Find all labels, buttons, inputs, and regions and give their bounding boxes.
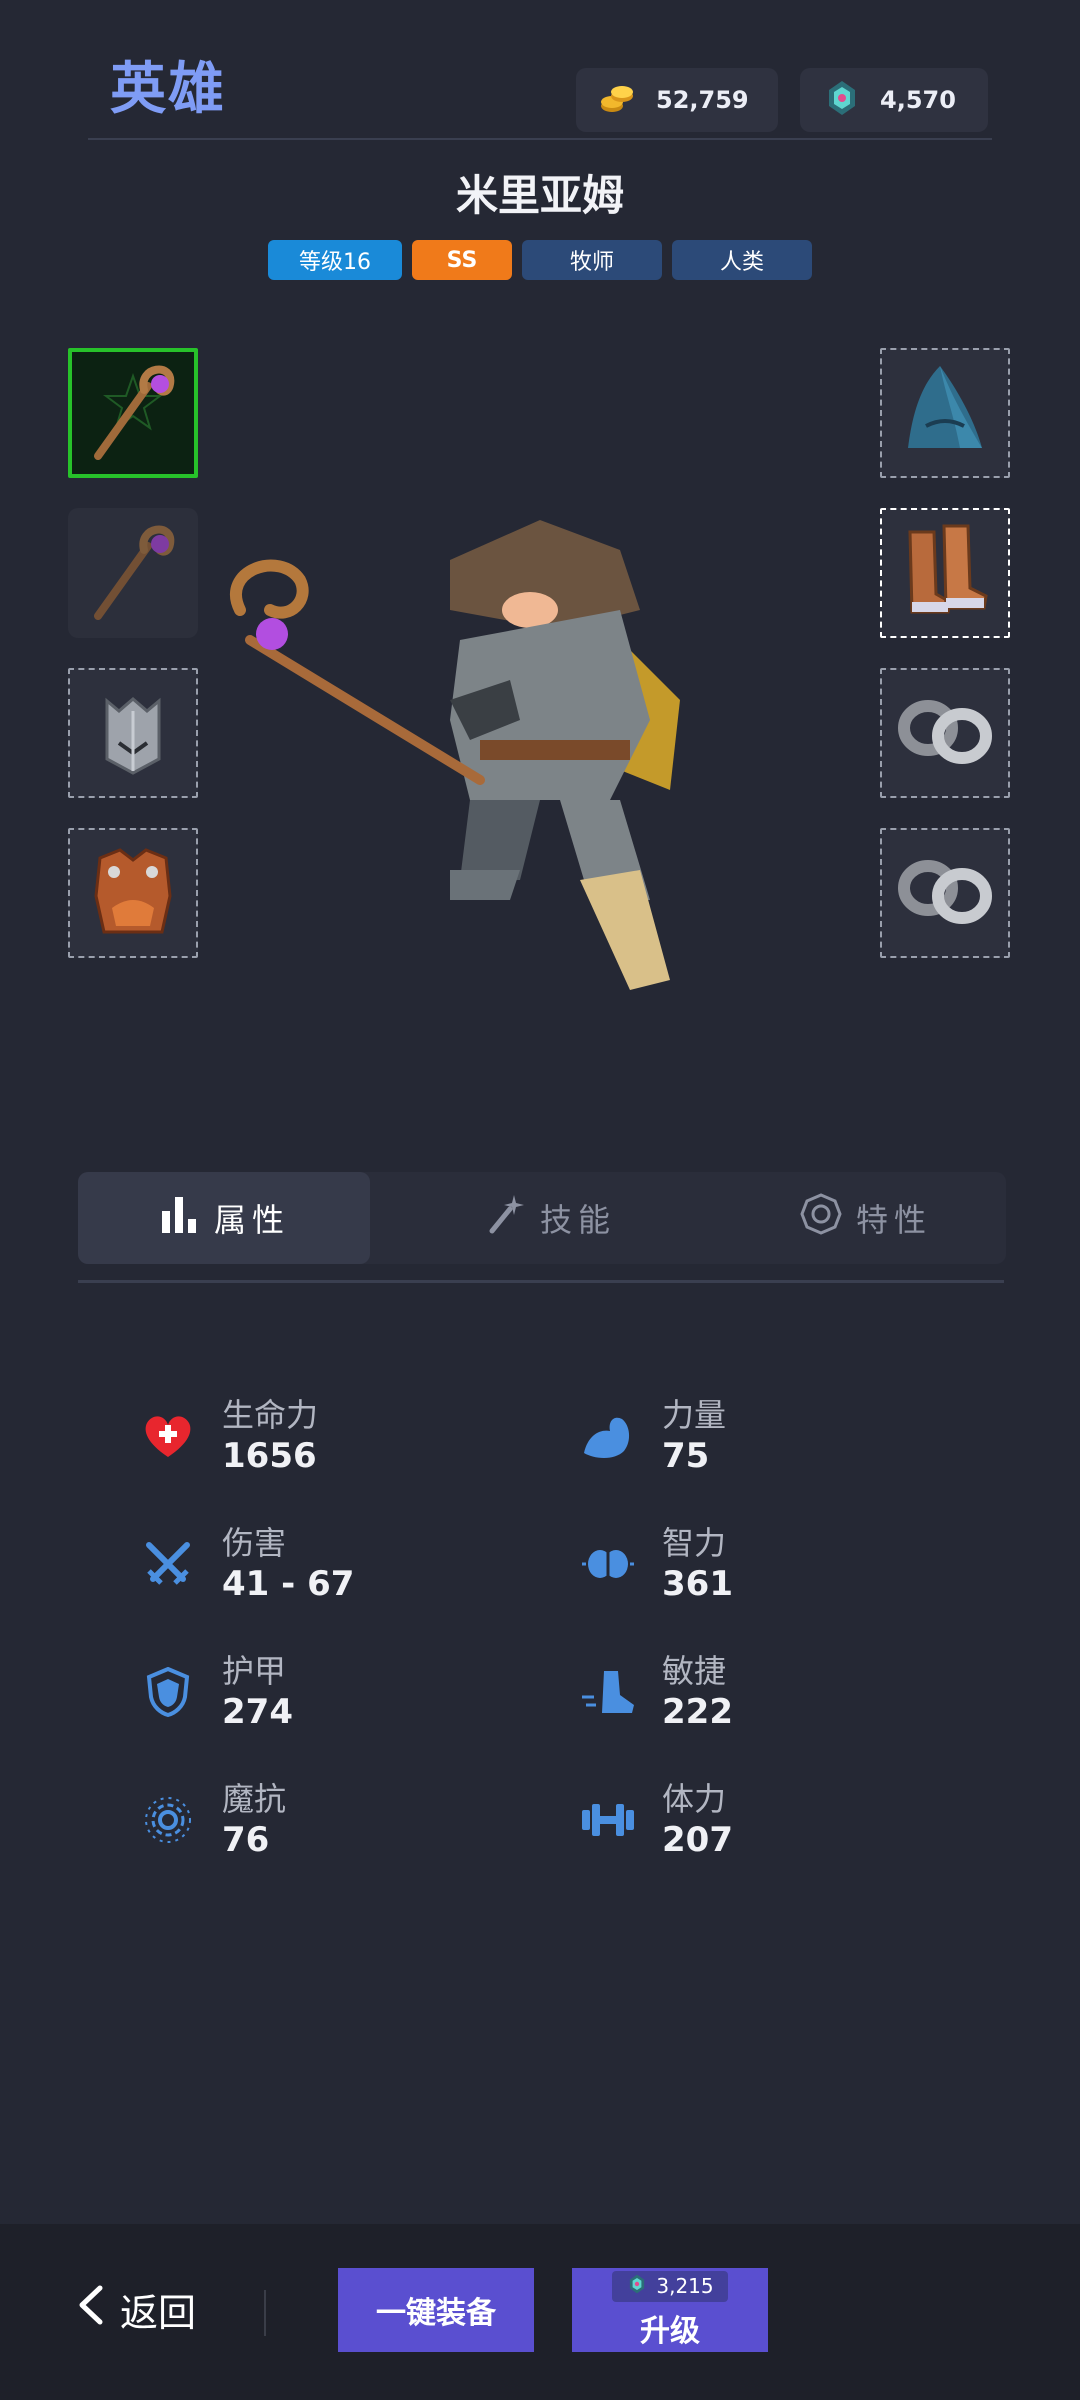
stat-strength-label: 力量 xyxy=(662,1396,727,1434)
class-tag: 牧师 xyxy=(522,240,662,280)
gem-counter[interactable]: 4,570 xyxy=(800,68,988,132)
brain-icon xyxy=(580,1536,636,1592)
footer-separator xyxy=(264,2290,266,2336)
equip-slot-armor[interactable] xyxy=(68,828,198,958)
back-button[interactable]: 返回 xyxy=(76,2282,196,2337)
helmet-icon xyxy=(83,681,183,785)
magic-resist-icon xyxy=(140,1792,196,1848)
stat-stamina: 体力 207 xyxy=(580,1774,960,1874)
muscle-icon xyxy=(580,1408,636,1464)
gold-coins-icon xyxy=(598,78,638,122)
page-title: 英雄 xyxy=(110,57,226,122)
tab-traits[interactable]: 特性 xyxy=(716,1172,1016,1264)
equip-slot-ring-2[interactable] xyxy=(880,828,1010,958)
stat-intelligence-label: 智力 xyxy=(662,1524,727,1562)
upgrade-cost-value: 3,215 xyxy=(656,2274,714,2298)
stat-agility: 敏捷 222 xyxy=(580,1646,960,1746)
auto-equip-button[interactable]: 一键装备 xyxy=(338,2268,534,2352)
gem-icon xyxy=(626,2273,648,2300)
trait-gear-icon xyxy=(800,1193,842,1243)
upgrade-button[interactable]: 3,215 升级 xyxy=(572,2268,768,2352)
stat-armor: 护甲 274 xyxy=(140,1646,520,1746)
stat-intelligence-value: 361 xyxy=(662,1564,733,1604)
tab-divider xyxy=(78,1280,1004,1283)
stat-vitality: 生命力 1656 xyxy=(140,1390,520,1490)
stat-vitality-value: 1656 xyxy=(222,1436,317,1476)
hero-name: 米里亚姆 xyxy=(455,171,624,220)
tab-traits-label: 特性 xyxy=(855,1201,932,1239)
staff-icon xyxy=(78,516,188,630)
equip-slot-ring-1[interactable] xyxy=(880,668,1010,798)
stat-intelligence: 智力 361 xyxy=(580,1518,960,1618)
stat-damage-label: 伤害 xyxy=(222,1524,287,1562)
hero-tags: 等级16 SS 牧师 人类 xyxy=(0,240,1080,280)
stat-vitality-label: 生命力 xyxy=(222,1396,319,1434)
upgrade-label: 升级 xyxy=(640,2313,700,2349)
hood-icon xyxy=(890,356,1000,470)
tab-attributes[interactable]: 属性 xyxy=(78,1172,370,1264)
ring-icon xyxy=(890,676,1000,790)
back-label: 返回 xyxy=(120,2291,197,2335)
level-tag: 等级16 xyxy=(268,240,402,280)
gold-counter[interactable]: 52,759 xyxy=(576,68,778,132)
stat-stamina-value: 207 xyxy=(662,1820,733,1860)
stat-agility-label: 敏捷 xyxy=(662,1652,727,1690)
header-divider xyxy=(88,138,992,140)
heart-icon xyxy=(140,1408,196,1464)
stat-magic-resist-label: 魔抗 xyxy=(222,1780,287,1818)
equip-slot-weapon-preview[interactable] xyxy=(68,508,198,638)
chest-armor-icon xyxy=(78,836,188,950)
stat-armor-value: 274 xyxy=(222,1692,293,1732)
stat-stamina-label: 体力 xyxy=(662,1780,727,1818)
stat-strength: 力量 75 xyxy=(580,1390,960,1490)
boot-icon xyxy=(580,1664,636,1720)
stat-armor-label: 护甲 xyxy=(222,1652,287,1690)
dumbbell-icon xyxy=(580,1792,636,1848)
staff-icon xyxy=(78,356,188,470)
equip-slot-helmet[interactable] xyxy=(68,668,198,798)
gold-amount: 52,759 xyxy=(656,86,749,114)
stat-magic-resist: 魔抗 76 xyxy=(140,1774,520,1874)
hero-portrait xyxy=(220,500,720,1020)
tab-skills-label: 技能 xyxy=(539,1201,616,1239)
gem-icon xyxy=(822,78,862,122)
upgrade-cost: 3,215 xyxy=(612,2270,728,2302)
ring-icon xyxy=(890,836,1000,950)
equip-slot-weapon[interactable] xyxy=(68,348,198,478)
race-tag: 人类 xyxy=(672,240,812,280)
magic-wand-icon xyxy=(484,1193,526,1243)
stat-magic-resist-value: 76 xyxy=(222,1820,270,1860)
gem-amount: 4,570 xyxy=(880,86,956,114)
rank-tag: SS xyxy=(412,240,512,280)
equip-slot-hood[interactable] xyxy=(880,348,1010,478)
boots-icon xyxy=(890,516,1000,630)
equip-slot-boots[interactable] xyxy=(880,508,1010,638)
shield-icon xyxy=(140,1664,196,1720)
tab-skills[interactable]: 技能 xyxy=(400,1172,700,1264)
auto-equip-label: 一键装备 xyxy=(376,2296,496,2331)
crossed-swords-icon xyxy=(140,1536,196,1592)
stat-strength-value: 75 xyxy=(662,1436,710,1476)
bar-chart-icon xyxy=(158,1193,200,1243)
stat-agility-value: 222 xyxy=(662,1692,733,1732)
tab-attributes-label: 属性 xyxy=(213,1201,290,1239)
chevron-left-icon xyxy=(76,2284,106,2335)
stat-damage: 伤害 41 - 67 xyxy=(140,1518,520,1618)
stat-damage-value: 41 - 67 xyxy=(222,1564,355,1604)
